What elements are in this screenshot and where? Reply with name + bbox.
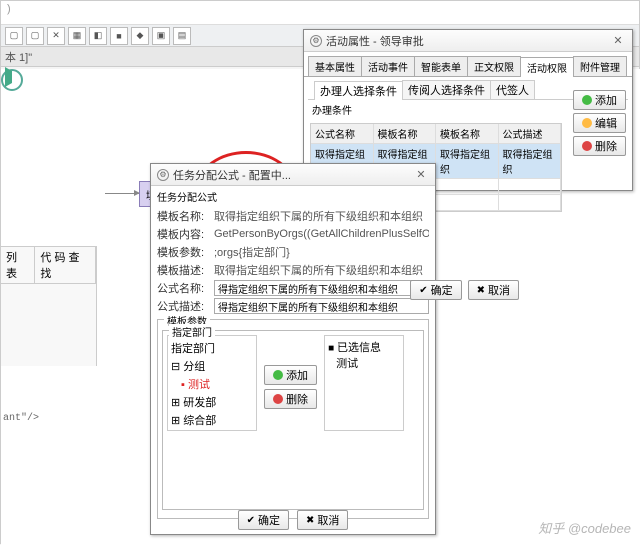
delete-icon <box>582 141 592 151</box>
tool-btn[interactable]: ◧ <box>89 27 107 45</box>
tab-attach[interactable]: 附件管理 <box>573 56 627 76</box>
cancel-button[interactable]: ✖ 取消 <box>297 510 348 530</box>
tab-basic[interactable]: 基本属性 <box>308 56 362 76</box>
tool-btn[interactable]: ▤ <box>173 27 191 45</box>
tab-text[interactable]: 正文权限 <box>467 56 521 76</box>
subtab-cc[interactable]: 传阅人选择条件 <box>402 80 491 99</box>
ok-button[interactable]: ✔ 确定 <box>410 280 461 300</box>
formula-desc-input[interactable] <box>214 298 429 314</box>
params-fieldset: 模板参数 指定部门 指定部门 ⊟ 分组 ▪ 测试 ⊞ 研发部 ⊞ 综合部 ⊞ 测… <box>157 319 429 519</box>
subtab-handler[interactable]: 办理人选择条件 <box>314 81 403 100</box>
add-sel-button[interactable]: 添加 <box>264 365 317 385</box>
tool-btn[interactable]: ▢ <box>5 27 23 45</box>
close-icon[interactable]: ✕ <box>413 168 429 181</box>
tool-btn[interactable]: ◆ <box>131 27 149 45</box>
top-bar: ) <box>1 1 639 25</box>
tool-btn[interactable]: ■ <box>110 27 128 45</box>
tool-btn[interactable]: ▦ <box>68 27 86 45</box>
left-panel: 列 表 代 码 查 找 <box>1 246 97 366</box>
delete-button[interactable]: 删除 <box>573 136 626 156</box>
connector <box>105 193 139 194</box>
cancel-button[interactable]: ✖ 取消 <box>468 280 519 300</box>
gear-icon: ⚙ <box>157 169 169 181</box>
main-tabs: 基本属性 活动事件 智能表单 正文权限 活动权限 附件管理 <box>304 52 632 77</box>
add-button[interactable]: 添加 <box>573 90 626 110</box>
formula-config-dialog: ⚙ 任务分配公式 - 配置中... ✕ 任务分配公式 模板名称:取得指定组织下属… <box>150 163 436 535</box>
ok-button[interactable]: ✔ 确定 <box>238 510 289 530</box>
watermark: 知乎 @codebee <box>538 518 631 537</box>
edit-button[interactable]: 编辑 <box>573 113 626 133</box>
del-sel-button[interactable]: 删除 <box>264 389 317 409</box>
dialog-title[interactable]: ⚙ 任务分配公式 - 配置中... ✕ <box>151 164 435 186</box>
tool-btn[interactable]: ▣ <box>152 27 170 45</box>
tool-btn[interactable]: ▢ <box>26 27 44 45</box>
section: 任务分配公式 <box>151 186 435 207</box>
start-node[interactable] <box>1 69 23 91</box>
subtab-sign[interactable]: 代签人 <box>490 80 535 99</box>
org-tree[interactable]: 指定部门 ⊟ 分组 ▪ 测试 ⊞ 研发部 ⊞ 综合部 ⊞ 测试部 <box>167 335 257 431</box>
selected-list[interactable]: ■ 已选信息 测试 <box>324 335 404 431</box>
tool-btn[interactable]: ✕ <box>47 27 65 45</box>
lp-tab-code[interactable]: 代 码 查 找 <box>35 247 96 283</box>
formula-name-input[interactable] <box>214 280 429 296</box>
edit-icon <box>582 118 592 128</box>
tab-form[interactable]: 智能表单 <box>414 56 468 76</box>
tab-events[interactable]: 活动事件 <box>361 56 415 76</box>
add-icon <box>582 95 592 105</box>
gear-icon: ⚙ <box>310 35 322 47</box>
lp-tab-list[interactable]: 列 表 <box>1 247 35 283</box>
tab-perm[interactable]: 活动权限 <box>520 57 574 77</box>
code-text: ant"/> <box>3 413 39 424</box>
dialog-title[interactable]: ⚙ 活动属性 - 领导审批 ✕ <box>304 30 632 52</box>
close-icon[interactable]: ✕ <box>610 34 626 47</box>
dept-fieldset: 指定部门 指定部门 ⊟ 分组 ▪ 测试 ⊞ 研发部 ⊞ 综合部 ⊞ 测试部 添加… <box>162 330 424 510</box>
